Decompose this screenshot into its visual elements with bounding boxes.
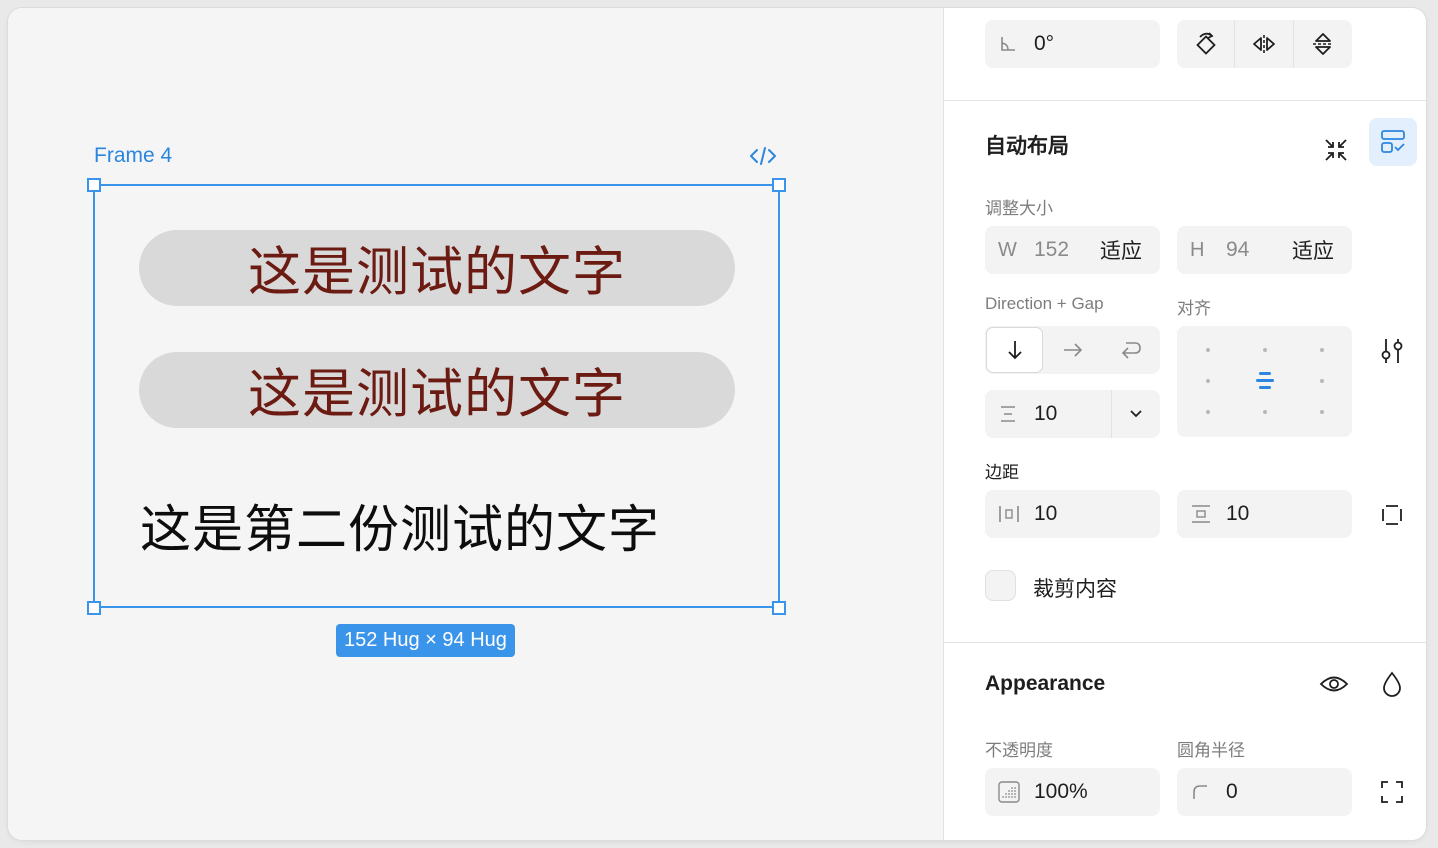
resize-handle-bottom-left[interactable]	[87, 601, 101, 615]
height-value: 94	[1226, 238, 1250, 261]
drop-icon	[1383, 671, 1401, 697]
rotate-90-button[interactable]	[1177, 20, 1234, 68]
eye-icon	[1319, 676, 1349, 692]
remove-auto-layout-button[interactable]	[1312, 126, 1360, 174]
section-divider	[944, 100, 1426, 101]
padding-sides-icon	[1382, 505, 1402, 525]
padding-label: 边距	[985, 463, 1019, 482]
align-middle-right[interactable]	[1320, 379, 1324, 383]
direction-gap-label: Direction + Gap	[985, 294, 1104, 313]
sliders-icon	[1381, 339, 1403, 363]
appearance-title: Appearance	[985, 672, 1106, 695]
design-canvas[interactable]: Frame 4 这是测试的文字 这是测试的文字 这是第二份测试的文字 152 H…	[8, 8, 943, 840]
resize-handle-top-right[interactable]	[772, 178, 786, 192]
resize-handle-bottom-right[interactable]	[772, 601, 786, 615]
corner-radius-field[interactable]: 0	[1177, 768, 1352, 816]
individual-padding-button[interactable]	[1372, 498, 1412, 532]
align-top-center[interactable]	[1263, 348, 1267, 352]
independent-corners-button[interactable]	[1372, 775, 1412, 809]
padding-vertical-value: 10	[1226, 502, 1250, 525]
section-divider	[944, 642, 1426, 643]
height-field[interactable]: H 94 适应	[1177, 226, 1352, 274]
angle-icon	[998, 34, 1028, 54]
flip-vertical-icon	[1313, 33, 1333, 55]
direction-vertical-button[interactable]	[986, 327, 1043, 373]
align-label: 对齐	[1177, 299, 1211, 318]
align-middle-left[interactable]	[1206, 379, 1210, 383]
clip-content-label: 裁剪内容	[1033, 578, 1117, 601]
width-field[interactable]: W 152 适应	[985, 226, 1160, 274]
direction-horizontal-button[interactable]	[1044, 326, 1102, 374]
align-top-left[interactable]	[1206, 348, 1210, 352]
code-icon[interactable]	[748, 145, 778, 167]
rotation-value: 0°	[1034, 32, 1055, 55]
vertical-padding-icon	[1190, 504, 1220, 524]
layout-check-icon	[1381, 130, 1405, 153]
layout-options-button[interactable]	[1372, 334, 1412, 368]
align-center-selected-icon[interactable]	[1255, 370, 1275, 392]
opacity-label: 不透明度	[985, 741, 1053, 760]
visibility-toggle-button[interactable]	[1314, 666, 1354, 702]
text-pill-1[interactable]: 这是测试的文字	[139, 230, 735, 306]
flip-vertical-button[interactable]	[1294, 20, 1352, 68]
align-bottom-left[interactable]	[1206, 410, 1210, 414]
width-mode[interactable]: 适应	[1100, 235, 1142, 265]
text-pill-2[interactable]: 这是测试的文字	[139, 352, 735, 428]
blend-mode-button[interactable]	[1372, 666, 1412, 702]
opacity-icon	[998, 781, 1028, 803]
text-layer-3[interactable]: 这是第二份测试的文字	[140, 488, 660, 562]
height-mode[interactable]: 适应	[1292, 235, 1334, 265]
size-badge: 152 Hug × 94 Hug	[336, 624, 515, 657]
clip-content-checkbox[interactable]	[985, 570, 1016, 601]
flip-horizontal-icon	[1253, 35, 1275, 53]
corner-radius-value: 0	[1226, 780, 1238, 803]
frame-name-label[interactable]: Frame 4	[94, 144, 172, 168]
wrap-icon	[1121, 342, 1141, 359]
transform-buttons	[1177, 20, 1352, 68]
align-bottom-right[interactable]	[1320, 410, 1324, 414]
chevron-down-icon[interactable]	[1112, 390, 1160, 438]
padding-vertical-field[interactable]: 10	[1177, 490, 1352, 538]
height-prefix: H	[1190, 238, 1205, 261]
corner-radius-icon	[1190, 782, 1220, 802]
rotate-icon	[1195, 32, 1216, 55]
rotation-field[interactable]: 0°	[985, 20, 1160, 68]
arrow-down-icon	[1007, 341, 1022, 360]
padding-horizontal-field[interactable]: 10	[985, 490, 1160, 538]
gap-icon	[998, 404, 1028, 424]
width-value: 152	[1034, 238, 1070, 261]
gap-field[interactable]: 10	[985, 390, 1160, 438]
auto-layout-title: 自动布局	[985, 135, 1069, 158]
flip-horizontal-button[interactable]	[1235, 20, 1293, 68]
resize-handle-top-left[interactable]	[87, 178, 101, 192]
width-prefix: W	[998, 238, 1017, 261]
opacity-value: 100%	[1034, 780, 1088, 803]
direction-toggle	[985, 326, 1160, 374]
corners-icon	[1381, 781, 1403, 803]
properties-panel: 0° 自动布局 调整大小 W 152 适应 H 94 适应 Direction …	[943, 8, 1426, 840]
auto-layout-settings-button[interactable]	[1369, 118, 1417, 166]
resize-label: 调整大小	[985, 199, 1053, 218]
alignment-grid[interactable]	[1177, 326, 1352, 437]
horizontal-padding-icon	[998, 504, 1028, 524]
arrow-right-icon	[1064, 343, 1083, 357]
align-top-right[interactable]	[1320, 348, 1324, 352]
gap-value: 10	[1034, 402, 1058, 425]
align-bottom-center[interactable]	[1263, 410, 1267, 414]
opacity-field[interactable]: 100%	[985, 768, 1160, 816]
radius-label: 圆角半径	[1177, 741, 1245, 760]
padding-horizontal-value: 10	[1034, 502, 1058, 525]
collapse-icon	[1325, 139, 1347, 161]
direction-wrap-button[interactable]	[1102, 326, 1160, 374]
app-window: Frame 4 这是测试的文字 这是测试的文字 这是第二份测试的文字 152 H…	[8, 8, 1426, 840]
